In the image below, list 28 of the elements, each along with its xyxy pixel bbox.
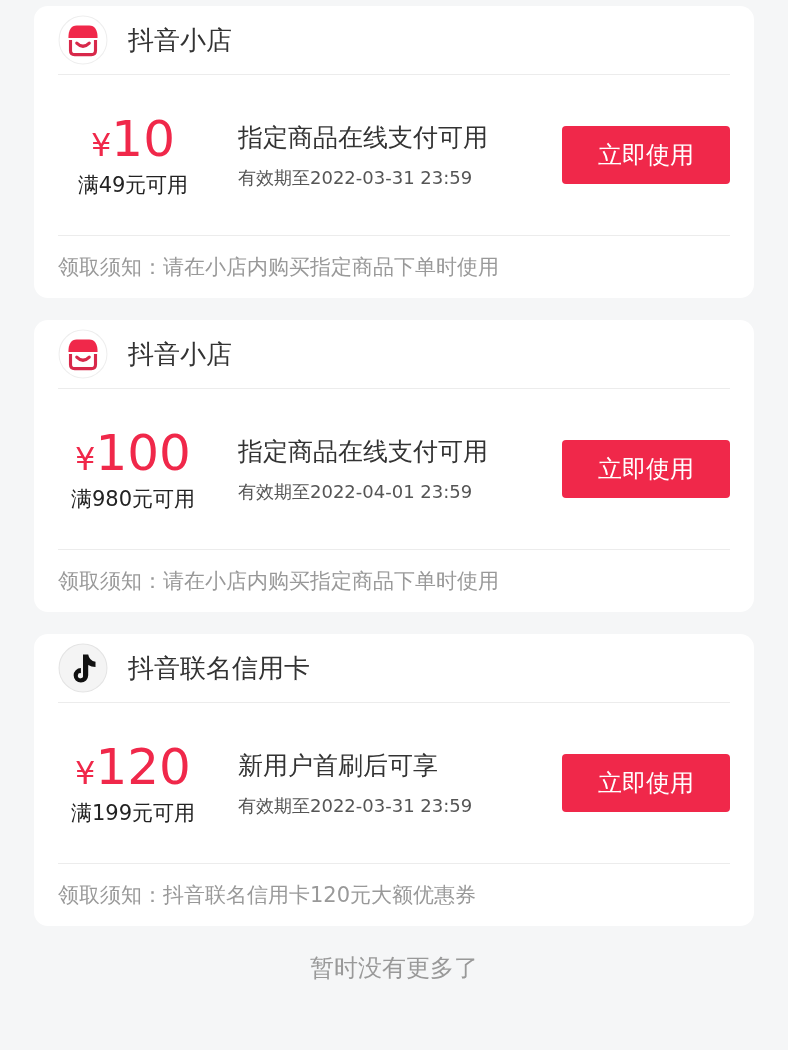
use-now-button[interactable]: 立即使用 (562, 126, 730, 184)
coupon-amount: ¥100 (75, 425, 191, 481)
coupon-amount: ¥120 (75, 739, 191, 795)
note-label: 领取须知： (58, 254, 163, 281)
threshold-text: 满49元可用 (77, 171, 189, 199)
threshold-text: 满980元可用 (70, 485, 196, 513)
note-label: 领取须知： (58, 568, 163, 595)
note-text: 请在小店内购买指定商品下单时使用 (163, 254, 499, 281)
note-text: 请在小店内购买指定商品下单时使用 (163, 568, 499, 595)
validity-text: 有效期至2022-03-31 23:59 (238, 793, 474, 818)
shop-name: 抖音小店 (128, 23, 232, 57)
shop-logo-icon (58, 329, 108, 379)
end-of-list-text: 暂时没有更多了 (309, 953, 479, 984)
threshold-text: 满199元可用 (70, 799, 196, 827)
note-label: 领取须知： (58, 882, 163, 909)
use-now-button[interactable]: 立即使用 (562, 754, 730, 812)
coupon-title: 指定商品在线支付可用 (238, 435, 489, 468)
shop-name: 抖音联名信用卡 (128, 651, 310, 685)
validity-text: 有效期至2022-03-31 23:59 (238, 165, 474, 190)
coupon-title: 新用户首刷后可享 (238, 749, 439, 782)
coupon-amount: ¥10 (91, 111, 175, 167)
use-now-button[interactable]: 立即使用 (562, 440, 730, 498)
coupon-title: 指定商品在线支付可用 (238, 121, 489, 154)
shop-name: 抖音小店 (128, 337, 232, 371)
music-note-logo-icon (58, 643, 108, 693)
validity-text: 有效期至2022-04-01 23:59 (238, 479, 474, 504)
note-text: 抖音联名信用卡120元大额优惠券 (163, 882, 477, 909)
shop-logo-icon (58, 15, 108, 65)
